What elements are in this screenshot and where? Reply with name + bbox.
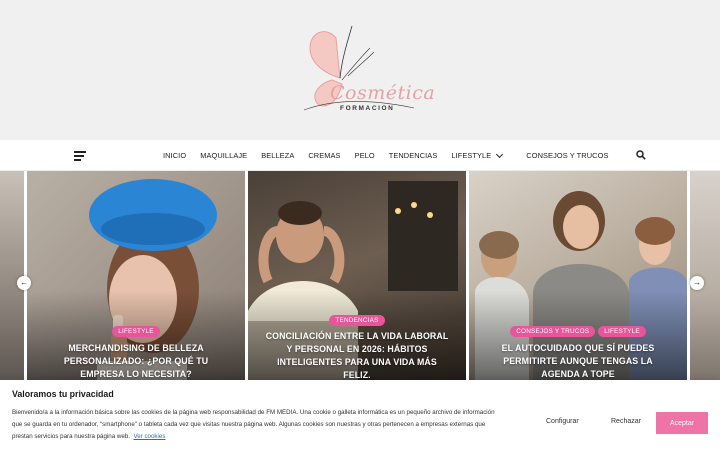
site-logo[interactable]: Cosmética FORMACION — [296, 18, 435, 122]
slide-3-title-line: PERMITIRTE AUNQUE TENGAS LA — [503, 356, 653, 366]
slide-2-title-line: INTELIGENTES PARA UNA VIDA MÁS — [277, 357, 437, 367]
page: Cosmética FORMACION INICIO MAQUILLAJE BE… — [0, 0, 720, 450]
hamburger-icon[interactable] — [74, 151, 88, 161]
slide-2-title[interactable]: CONCILIACIÓN ENTRE LA VIDA LABORAL Y PER… — [248, 330, 466, 380]
nav-item-maquillaje[interactable]: MAQUILLAJE — [200, 151, 247, 160]
slide-1-categories: LIFESTYLE — [27, 326, 245, 337]
nav-item-tendencias[interactable]: TENDENCIAS — [389, 151, 438, 160]
nav-item-inicio[interactable]: INICIO — [163, 151, 186, 160]
slide-3[interactable]: CONSEJOS Y TRUCOS LIFESTYLE EL AUTOCUIDA… — [469, 171, 687, 380]
cookie-title: Valoramos tu privacidad — [12, 389, 114, 399]
nav-item-belleza[interactable]: BELLEZA — [261, 151, 294, 160]
slide-1[interactable]: LIFESTYLE MERCHANDISING DE BELLEZA PERSO… — [27, 171, 245, 380]
slide-3-title[interactable]: EL AUTOCUIDADO QUE SÍ PUEDES PERMITIRTE … — [469, 342, 687, 380]
category-badge[interactable]: LIFESTYLE — [598, 326, 646, 337]
slide-3-categories: CONSEJOS Y TRUCOS LIFESTYLE — [469, 326, 687, 337]
slider-next-button[interactable]: → — [690, 276, 704, 290]
slide-2-title-line: CONCILIACIÓN ENTRE LA VIDA LABORAL — [265, 331, 449, 341]
cookie-description: Bienvenido/a a la información básica sob… — [12, 407, 532, 444]
logo-wordmark: Cosmética — [330, 82, 436, 104]
nav-item-pelo[interactable]: PELO — [355, 151, 375, 160]
slide-3-title-line: EL AUTOCUIDADO QUE SÍ PUEDES — [501, 343, 655, 353]
main-nav: INICIO MAQUILLAJE BELLEZA CREMAS PELO TE… — [0, 140, 720, 171]
accept-button[interactable]: Aceptar — [656, 412, 708, 434]
slide-2[interactable]: TENDENCIAS CONCILIACIÓN ENTRE LA VIDA LA… — [248, 171, 466, 380]
chevron-down-icon — [496, 150, 504, 158]
cookie-text-line: Bienvenido/a a la información básica sob… — [12, 409, 495, 416]
slide-1-title-line: EMPRESA LO NECESITA? — [80, 369, 192, 379]
reject-button[interactable]: Rechazar — [611, 418, 641, 425]
category-badge[interactable]: LIFESTYLE — [112, 326, 160, 337]
configure-button[interactable]: Configurar — [546, 418, 579, 425]
nav-item-consejos[interactable]: CONSEJOS Y TRUCOS — [526, 151, 608, 160]
nav-menu: INICIO MAQUILLAJE BELLEZA CREMAS PELO TE… — [163, 140, 622, 171]
featured-slider: LIFESTYLE MERCHANDISING DE BELLEZA PERSO… — [0, 171, 720, 380]
category-badge[interactable]: TENDENCIAS — [329, 315, 385, 326]
slider-prev-button[interactable]: ← — [17, 276, 31, 290]
nav-item-cremas[interactable]: CREMAS — [308, 151, 340, 160]
arrow-left-icon: ← — [20, 278, 28, 287]
cookie-text-line: prestan servicios para nuestra página we… — [12, 433, 130, 441]
category-badge[interactable]: CONSEJOS Y TRUCOS — [510, 326, 596, 337]
cookie-text-line: que se guarda en tu ordenador, “smartpho… — [12, 421, 486, 429]
logo-subtitle: FORMACION — [340, 105, 395, 112]
slide-2-title-line: Y PERSONAL EN 2026: HÁBITOS — [286, 344, 428, 354]
slide-partial-left[interactable] — [0, 171, 24, 380]
view-cookies-link[interactable]: Ver cookies — [133, 433, 165, 440]
slide-3-title-line: AGENDA A TOPE — [541, 369, 615, 379]
arrow-right-icon: → — [693, 278, 701, 287]
slide-2-categories: TENDENCIAS — [248, 315, 466, 326]
site-header: Cosmética FORMACION — [0, 0, 720, 140]
slide-1-title-line: PERSONALIZADO: ¿POR QUÉ TU — [63, 356, 209, 366]
nav-item-lifestyle-label: LIFESTYLE — [451, 151, 492, 160]
slide-1-title[interactable]: MERCHANDISING DE BELLEZA PERSONALIZADO: … — [27, 342, 245, 380]
search-icon[interactable] — [636, 150, 646, 160]
slide-1-title-line: MERCHANDISING DE BELLEZA — [68, 343, 204, 353]
cookie-banner: Valoramos tu privacidad Bienvenido/a a l… — [0, 380, 720, 450]
slide-2-title-line: FELIZ. — [343, 370, 371, 380]
nav-item-lifestyle[interactable]: LIFESTYLE — [451, 150, 504, 160]
